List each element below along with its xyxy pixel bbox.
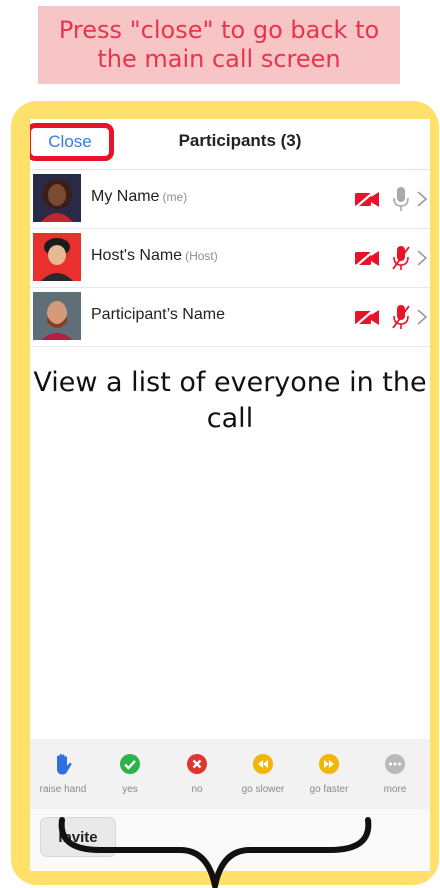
- chevron-right-icon[interactable]: [416, 190, 428, 208]
- more-button[interactable]: more: [362, 753, 428, 795]
- participants-header: Close Participants (3): [30, 119, 430, 170]
- page-title: Participants (3): [178, 131, 302, 150]
- participant-name-text: Participant’s Name: [91, 306, 225, 323]
- participant-row-host[interactable]: Host's Name (Host): [30, 229, 430, 288]
- yes-button[interactable]: yes: [97, 753, 163, 795]
- go-faster-button[interactable]: go faster: [296, 753, 362, 795]
- video-off-icon[interactable]: [352, 306, 382, 328]
- reactions-bar: raise hand yes no go slower go faster mo…: [30, 739, 430, 809]
- mic-muted-icon[interactable]: [391, 304, 411, 330]
- participant-tag: (me): [162, 190, 188, 204]
- rewind-icon: [253, 754, 273, 774]
- reaction-label: no: [191, 784, 203, 795]
- chevron-right-icon[interactable]: [416, 308, 428, 326]
- x-icon: [187, 754, 207, 774]
- go-slower-button[interactable]: go slower: [230, 753, 296, 795]
- reaction-label: go slower: [241, 784, 285, 795]
- no-button[interactable]: no: [164, 753, 230, 795]
- participant-name: Host's Name (Host): [91, 247, 218, 265]
- tutorial-page: Press "close" to go back to the main cal…: [0, 0, 440, 888]
- participant-name: Participant’s Name: [91, 306, 225, 324]
- participant-tag: (Host): [185, 249, 218, 263]
- reaction-label: raise hand: [39, 784, 87, 795]
- participant-row-me[interactable]: My Name (me): [30, 170, 430, 229]
- microphone-icon[interactable]: [391, 186, 411, 212]
- participant-name-text: Host's Name: [91, 247, 183, 264]
- participant-name: My Name (me): [91, 188, 187, 206]
- participant-name-text: My Name: [91, 188, 160, 205]
- video-off-icon[interactable]: [352, 188, 382, 210]
- curly-brace-annotation: [58, 817, 372, 888]
- reaction-label: go faster: [309, 784, 349, 795]
- avatar: [33, 233, 81, 281]
- raise-hand-icon: [57, 754, 72, 775]
- chevron-right-icon[interactable]: [416, 249, 428, 267]
- avatar: [33, 292, 81, 340]
- check-icon: [120, 754, 140, 774]
- raise-hand-button[interactable]: raise hand: [30, 753, 96, 795]
- more-icon: [385, 754, 405, 774]
- mic-muted-icon[interactable]: [391, 245, 411, 271]
- participants-screen: Close Participants (3) My Name (me) Host…: [30, 119, 430, 871]
- fast-forward-icon: [319, 754, 339, 774]
- participant-row-guest[interactable]: Participant’s Name: [30, 288, 430, 347]
- reaction-label: more: [383, 784, 407, 795]
- instruction-text: Press "close" to go back to the main cal…: [58, 16, 380, 73]
- avatar: [33, 174, 81, 222]
- instruction-banner: Press "close" to go back to the main cal…: [38, 6, 400, 84]
- video-off-icon[interactable]: [352, 247, 382, 269]
- reaction-label: yes: [122, 784, 138, 795]
- caption-text: View a list of everyone in the call: [33, 367, 427, 434]
